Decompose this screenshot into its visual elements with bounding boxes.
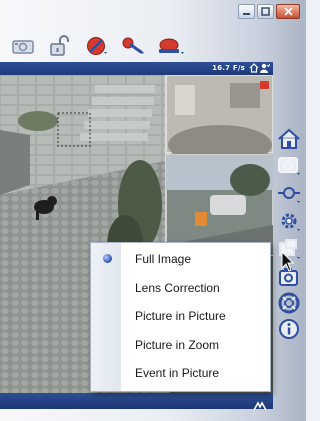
menu-item-picture-in-zoom[interactable]: Picture in Zoom (91, 334, 270, 356)
menu-item-label: Full Image (135, 252, 192, 266)
close-button[interactable] (276, 4, 300, 19)
help-lifebuoy-icon[interactable] (276, 291, 302, 315)
camera-app-window: 16.7 F/s Full Image Lens Correction Pict… (0, 0, 306, 421)
menu-item-event-in-picture[interactable]: Event in Picture (91, 362, 270, 384)
right-sidebar (273, 125, 306, 345)
mobotix-logo-icon (253, 396, 267, 415)
title-bar (0, 0, 306, 28)
image-quality-icon[interactable] (276, 153, 302, 177)
menu-item-picture-in-picture[interactable]: Picture in Picture (91, 305, 270, 327)
status-bar: 16.7 F/s (0, 62, 273, 75)
menu-item-label: Picture in Zoom (135, 338, 220, 352)
maximize-button[interactable] (257, 4, 274, 19)
settings-gear-icon[interactable] (276, 209, 302, 233)
user-status-icon[interactable] (259, 63, 271, 75)
menu-item-label: Lens Correction (135, 281, 220, 295)
window-controls (238, 4, 300, 19)
minimize-button[interactable] (238, 4, 255, 19)
bottom-bar (0, 393, 273, 411)
info-icon[interactable] (276, 317, 302, 341)
padlock-open-icon[interactable] (46, 34, 72, 58)
frame-rate-readout: 16.7 F/s (212, 64, 245, 72)
mouse-cursor-icon (281, 250, 295, 273)
selected-radio-icon (103, 254, 112, 263)
menu-item-lens-correction[interactable]: Lens Correction (91, 277, 270, 299)
microphone-icon[interactable] (120, 34, 146, 58)
top-toolbar (0, 30, 306, 62)
menu-item-full-image[interactable]: Full Image (91, 248, 270, 270)
playback-icon[interactable] (276, 181, 302, 205)
display-mode-menu: Full Image Lens Correction Picture in Pi… (90, 242, 271, 392)
home-icon[interactable] (276, 127, 302, 151)
home-status-icon (249, 63, 259, 75)
camera-icon[interactable] (10, 34, 36, 58)
menu-item-label: Event in Picture (135, 366, 220, 380)
menu-item-label: Picture in Picture (135, 309, 226, 323)
alarm-light-icon[interactable] (155, 34, 187, 58)
no-recording-icon[interactable] (84, 34, 110, 58)
